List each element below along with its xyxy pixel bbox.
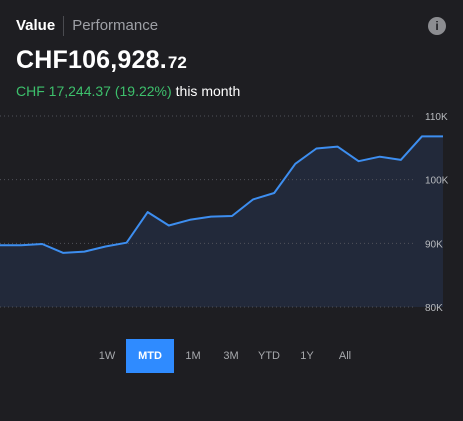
- time-range-selector: 1W MTD 1M 3M YTD 1Y All: [88, 339, 364, 373]
- portfolio-value-panel: Value Performance i CHF106,928. 72 CHF 1…: [0, 0, 463, 421]
- series-area: [0, 136, 443, 307]
- range-1w[interactable]: 1W: [88, 339, 126, 373]
- y-tick-label: 110K: [425, 112, 448, 123]
- range-ytd[interactable]: YTD: [250, 339, 288, 373]
- range-all[interactable]: All: [326, 339, 364, 373]
- range-mtd[interactable]: MTD: [126, 339, 174, 373]
- y-tick-label: 100K: [425, 176, 449, 187]
- y-tick-label: 90K: [425, 239, 443, 250]
- range-1y[interactable]: 1Y: [288, 339, 326, 373]
- range-3m[interactable]: 3M: [212, 339, 250, 373]
- range-1m[interactable]: 1M: [174, 339, 212, 373]
- y-tick-label: 80K: [425, 303, 443, 314]
